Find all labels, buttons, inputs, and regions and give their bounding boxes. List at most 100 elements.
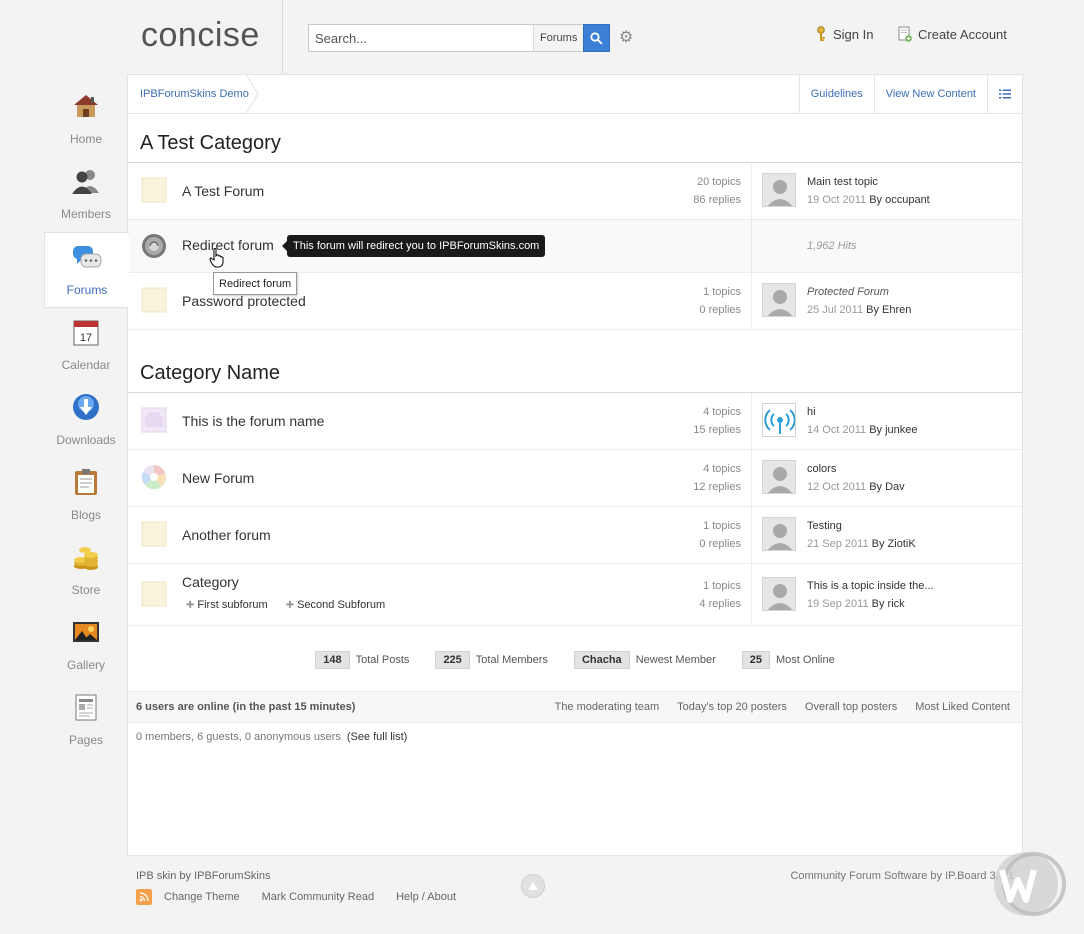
avatar[interactable]	[762, 173, 796, 207]
forum-stats: 1 topics 4 replies	[699, 577, 741, 613]
stat-most-online: 25 Most Online	[741, 651, 835, 669]
topics-count: 1 topics	[703, 580, 741, 592]
mark-community-read-link[interactable]: Mark Community Read	[262, 891, 374, 903]
last-post-title-link[interactable]: Main test topic	[807, 173, 930, 191]
forum-stats: 1 topics 0 replies	[699, 517, 741, 553]
forum-read-icon	[141, 177, 167, 203]
download-icon	[71, 391, 101, 423]
category-title[interactable]: Category Name	[140, 362, 280, 385]
guidelines-link[interactable]: Guidelines	[798, 75, 874, 113]
forum-stats: 1 topics 0 replies	[699, 283, 741, 319]
topics-count: 4 topics	[703, 406, 741, 418]
subforum-link[interactable]: ✚ First subforum	[186, 599, 268, 611]
color-wheel-icon	[141, 465, 166, 490]
pages-icon	[71, 691, 101, 723]
avatar[interactable]	[762, 460, 796, 494]
subforum-link[interactable]: ✚ Second Subforum	[286, 599, 385, 611]
forum-name-link[interactable]: Another forum	[182, 527, 271, 543]
stat-newest-member[interactable]: Chacha Newest Member	[573, 651, 716, 669]
replies-count: 15 replies	[693, 424, 741, 436]
nav-label: Calendar	[61, 358, 111, 372]
default-avatar-icon	[767, 584, 793, 610]
forum-stats: 4 topics 15 replies	[693, 403, 741, 439]
skin-credit[interactable]: IPB skin by IPBForumSkins	[136, 870, 271, 882]
category-title[interactable]: A Test Category	[140, 132, 281, 155]
online-users-header: 6 users are online (in the past 15 minut…	[128, 691, 1022, 723]
nav-item-calendar[interactable]: 17 Calendar	[44, 308, 128, 383]
change-theme-link[interactable]: Change Theme	[164, 891, 240, 903]
top-20-posters-link[interactable]: Today's top 20 posters	[677, 701, 787, 713]
search-options-gear-icon[interactable]: ⚙	[619, 30, 635, 46]
overall-top-posters-link[interactable]: Overall top posters	[805, 701, 897, 713]
avatar[interactable]	[762, 403, 796, 437]
avatar[interactable]	[762, 517, 796, 551]
forum-name-link[interactable]: Redirect forum	[182, 237, 274, 253]
last-poster-link[interactable]: junkee	[885, 424, 917, 436]
nav-item-downloads[interactable]: Downloads	[44, 383, 128, 458]
last-post-title-link[interactable]: Testing	[807, 517, 916, 535]
avatar[interactable]	[762, 577, 796, 611]
see-full-list-link[interactable]: (See full list)	[347, 731, 408, 743]
create-account-link[interactable]: Create Account	[898, 26, 1007, 42]
last-poster-link[interactable]: Dav	[885, 481, 905, 493]
default-avatar-icon	[767, 290, 793, 316]
last-poster-link[interactable]: occupant	[885, 194, 930, 206]
list-view-toggle[interactable]	[987, 75, 1022, 113]
forum-name-link[interactable]: This is the forum name	[182, 413, 324, 429]
last-poster-link[interactable]: Ehren	[882, 304, 911, 316]
breadcrumb-root-link[interactable]: IPBForumSkins Demo	[140, 88, 249, 100]
back-to-top-button[interactable]	[521, 874, 545, 898]
help-about-link[interactable]: Help / About	[396, 891, 456, 903]
forum-name-link[interactable]: Password protected	[182, 293, 306, 309]
nav-label: Store	[71, 583, 101, 597]
hand-cursor-icon	[209, 248, 224, 268]
speech-bubbles-icon	[72, 241, 102, 273]
topics-count: 4 topics	[703, 463, 741, 475]
site-logo[interactable]: concise	[141, 16, 260, 55]
search-button[interactable]	[583, 24, 610, 52]
last-post-title-link[interactable]: hi	[807, 403, 918, 421]
last-poster-link[interactable]: ZiotiK	[888, 538, 916, 550]
moderating-team-link[interactable]: The moderating team	[555, 701, 660, 713]
last-post-title-link[interactable]: This is a topic inside the...	[807, 577, 934, 595]
avatar[interactable]	[762, 283, 796, 317]
nav-item-blogs[interactable]: Blogs	[44, 458, 128, 533]
nav-item-forums[interactable]: Forums	[44, 232, 129, 308]
forum-row: New Forum 4 topics 12 replies colors 12 …	[128, 450, 1022, 507]
search-scope-selector[interactable]: Forums	[533, 25, 583, 51]
software-credit[interactable]: Community Forum Software by IP.Board 3.3…	[790, 870, 1014, 882]
calendar-icon: 17	[71, 316, 101, 348]
nav-item-home[interactable]: Home	[44, 82, 128, 157]
sign-in-link[interactable]: Sign In	[815, 26, 873, 42]
forum-name-link[interactable]: Category	[182, 574, 239, 590]
last-post-title-link[interactable]: colors	[807, 460, 905, 478]
by-label: By	[869, 424, 883, 436]
forum-name-link[interactable]: New Forum	[182, 470, 254, 486]
last-post-info: colors 12 Oct 2011 By Dav	[807, 460, 905, 496]
default-avatar-icon	[767, 467, 793, 493]
search-box: Forums	[308, 24, 584, 52]
view-new-content-link[interactable]: View New Content	[873, 75, 987, 113]
redirect-tooltip: This forum will redirect you to IPBForum…	[281, 235, 546, 257]
stat-total-members: 225 Total Members	[435, 651, 548, 669]
forum-name-link[interactable]: A Test Forum	[182, 183, 264, 199]
topics-count: 20 topics	[696, 176, 741, 188]
most-liked-content-link[interactable]: Most Liked Content	[915, 701, 1010, 713]
forum-read-icon	[141, 287, 167, 313]
forum-row-redirect: Redirect forum 1,962 Hits	[128, 220, 1022, 273]
coins-icon	[71, 541, 101, 573]
nav-item-members[interactable]: Members	[44, 157, 128, 232]
forum-row: Category ✚ First subforum ✚ Second Subforu…	[128, 564, 1022, 626]
rss-icon[interactable]	[136, 889, 152, 905]
nav-item-gallery[interactable]: Gallery	[44, 608, 128, 683]
create-account-label: Create Account	[918, 26, 1007, 42]
replies-count: 0 replies	[699, 538, 741, 550]
topics-count: 1 topics	[703, 520, 741, 532]
search-input[interactable]	[309, 25, 534, 51]
last-poster-link[interactable]: rick	[888, 598, 905, 610]
nav-item-pages[interactable]: Pages	[44, 683, 128, 758]
default-avatar-icon	[767, 524, 793, 550]
nav-label: Downloads	[56, 433, 116, 447]
breadcrumb-separator-icon	[246, 75, 259, 113]
nav-item-store[interactable]: Store	[44, 533, 128, 608]
